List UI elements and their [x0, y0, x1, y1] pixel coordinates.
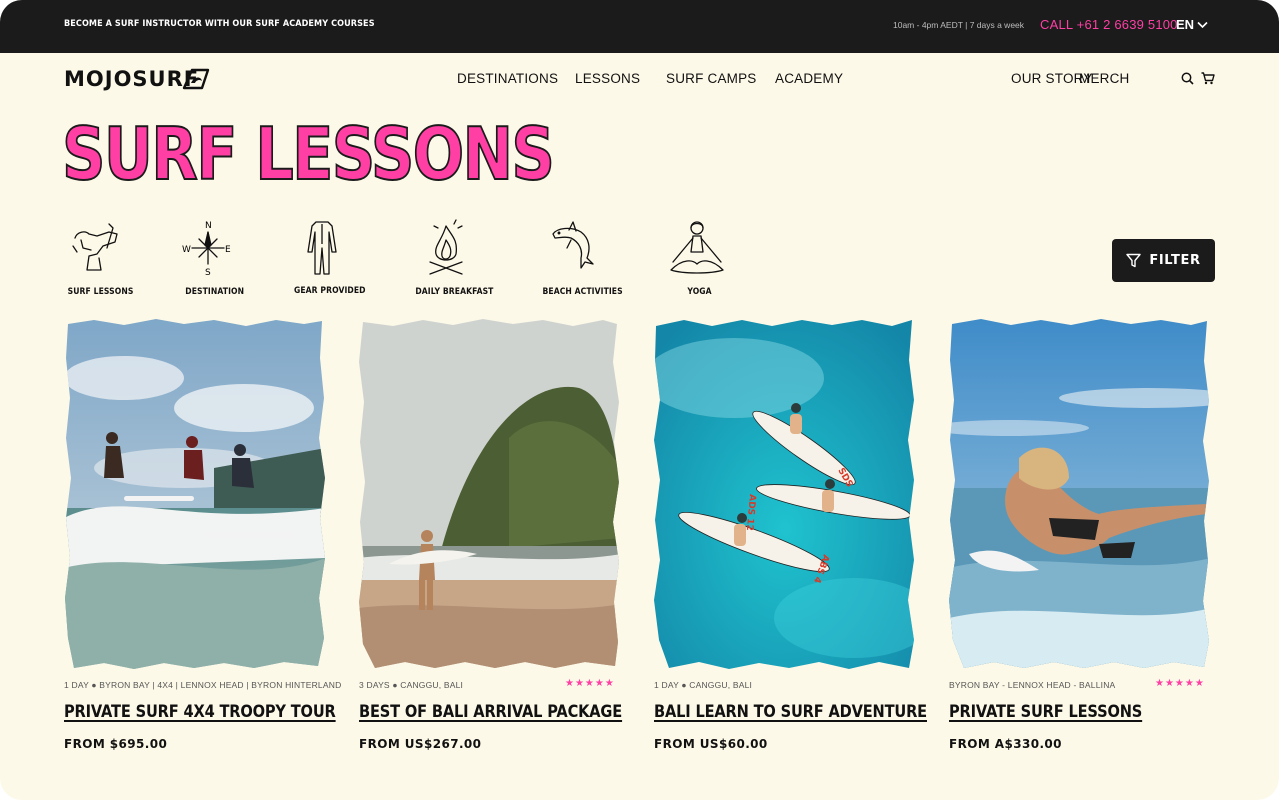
- dolphin-icon: [552, 221, 594, 269]
- nav-lessons[interactable]: LESSONS: [575, 71, 640, 86]
- opening-hours: 10am - 4pm AEDT | 7 days a week: [893, 20, 1025, 30]
- tour-meta: 3 DAYS ● CANGGU, BALI: [359, 680, 464, 690]
- svg-text:E: E: [225, 245, 231, 255]
- category-surf-lessons[interactable]: [64, 218, 126, 274]
- tour-price: FROM US$60.00: [654, 737, 768, 751]
- call-phone-link[interactable]: CALL +61 2 6639 5100: [1040, 17, 1178, 32]
- category-label-destination: DESTINATION: [185, 287, 245, 297]
- filter-icon: [1126, 253, 1142, 268]
- wetsuit-icon: [307, 221, 337, 275]
- category-label-gear-provided: GEAR PROVIDED: [293, 286, 366, 296]
- tour-title-link[interactable]: BALI LEARN TO SURF ADVENTURE: [654, 702, 927, 722]
- tour-photo[interactable]: SDS ADS 12 ABS 4: [654, 318, 916, 670]
- tour-title-link[interactable]: PRIVATE SURF 4X4 TROOPY TOUR: [64, 702, 336, 722]
- cart-icon[interactable]: [1201, 72, 1215, 85]
- search-icon[interactable]: [1181, 72, 1194, 85]
- filter-label: FILTER: [1149, 253, 1201, 268]
- category-label-daily-breakfast: DAILY BREAKFAST: [415, 287, 494, 297]
- tour-meta: 1 DAY ● BYRON BAY | 4X4 | LENNOX HEAD | …: [64, 680, 342, 690]
- tour-meta: 1 DAY ● CANGGU, BALI: [654, 680, 753, 690]
- nav-academy[interactable]: ACADEMY: [775, 71, 843, 86]
- filter-button[interactable]: FILTER: [1112, 239, 1215, 282]
- category-yoga[interactable]: [666, 218, 728, 278]
- category-label-beach-activities: BEACH ACTIVITIES: [542, 287, 623, 297]
- nav-merch[interactable]: MERCH: [1079, 71, 1130, 86]
- tour-title-link[interactable]: PRIVATE SURF LESSONS: [949, 702, 1142, 722]
- page-title: SURF LESSONS: [61, 112, 556, 196]
- chevron-down-icon[interactable]: [1197, 21, 1208, 29]
- nav-surf-camps[interactable]: SURF CAMPS: [666, 71, 757, 86]
- svg-text:W: W: [182, 245, 191, 255]
- wave-logo-icon: [182, 68, 210, 90]
- category-destination[interactable]: N S W E: [182, 218, 234, 278]
- category-daily-breakfast[interactable]: [411, 218, 481, 278]
- language-selector[interactable]: EN: [1176, 17, 1194, 32]
- tour-price: FROM A$330.00: [949, 737, 1062, 751]
- surf-lessons-icon: [72, 223, 118, 271]
- tour-photo[interactable]: [64, 318, 326, 670]
- tour-price: FROM US$267.00: [359, 737, 482, 751]
- category-gear-provided[interactable]: [290, 218, 354, 278]
- academy-promo-link[interactable]: BECOME A SURF INSTRUCTOR WITH OUR SURF A…: [64, 19, 375, 29]
- page-frame: BECOME A SURF INSTRUCTOR WITH OUR SURF A…: [0, 0, 1279, 800]
- top-bar: BECOME A SURF INSTRUCTOR WITH OUR SURF A…: [0, 0, 1279, 53]
- compass-icon: N S W E: [182, 221, 231, 278]
- category-beach-activities[interactable]: [538, 218, 610, 274]
- nav-destinations[interactable]: DESTINATIONS: [457, 71, 558, 86]
- tour-price: FROM $695.00: [64, 737, 168, 751]
- category-label-yoga: YOGA: [687, 287, 712, 297]
- tour-photo[interactable]: [949, 318, 1211, 670]
- yoga-icon: [670, 221, 724, 274]
- tour-photo[interactable]: [359, 318, 621, 670]
- category-label-surf-lessons: SURF LESSONS: [67, 287, 134, 297]
- svg-text:N: N: [205, 221, 212, 231]
- svg-text:S: S: [205, 268, 211, 278]
- site-logo[interactable]: MOJOSURF: [64, 67, 199, 91]
- rating-stars: ★★★★★: [565, 678, 615, 689]
- tour-title-link[interactable]: BEST OF BALI ARRIVAL PACKAGE: [359, 702, 622, 722]
- campfire-icon: [429, 219, 463, 275]
- tour-meta: BYRON BAY - LENNOX HEAD - BALLINA: [949, 680, 1116, 690]
- rating-stars: ★★★★★: [1155, 678, 1205, 689]
